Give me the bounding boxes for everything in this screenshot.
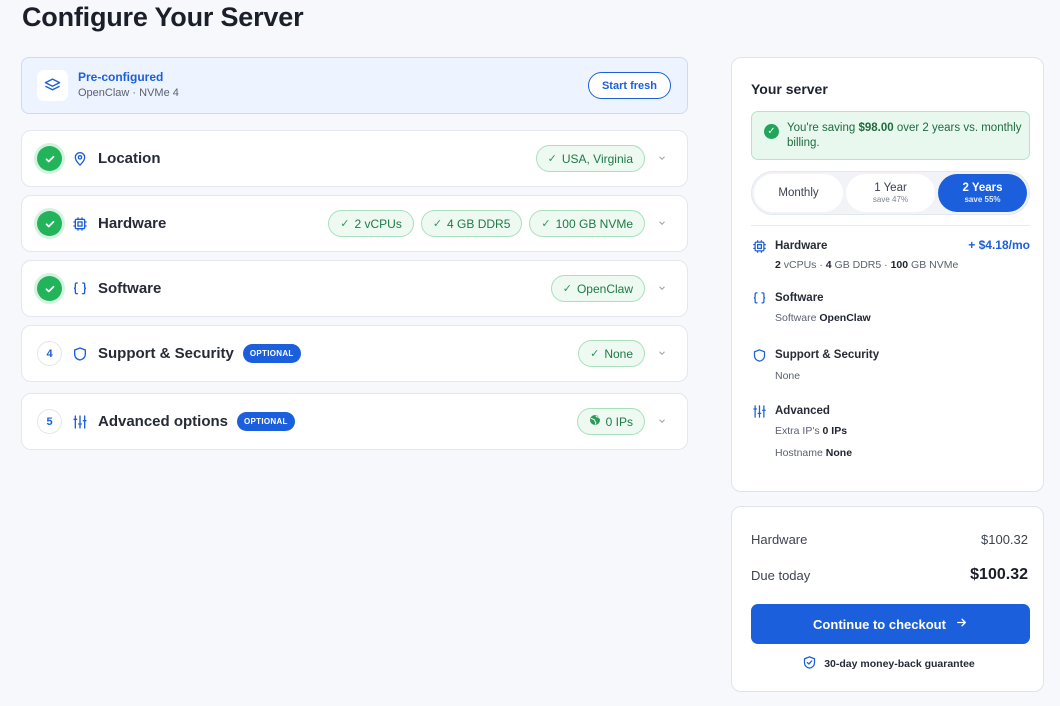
summary-support-security: Support & Security None: [751, 347, 1030, 383]
check-icon: ✓: [562, 283, 572, 295]
hardware-total-label: Hardware: [751, 532, 808, 547]
section-support-security[interactable]: 4 Support & Security OPTIONAL ✓ None: [21, 325, 688, 382]
support-chip: ✓ None: [578, 340, 645, 367]
savings-notice: ✓ You're saving $98.00 over 2 years vs. …: [751, 111, 1030, 160]
section-label: Location: [98, 150, 161, 167]
shield-check-icon: [802, 655, 817, 673]
cpu-icon: [751, 238, 767, 254]
section-location[interactable]: Location ✓ USA, Virginia: [21, 130, 688, 187]
sliders-icon: [751, 403, 767, 419]
check-icon: [37, 276, 62, 301]
check-icon: ✓: [590, 348, 600, 360]
ram-chip: ✓ 4 GB DDR5: [420, 210, 523, 237]
map-pin-icon: [71, 150, 89, 168]
section-label: Hardware: [98, 215, 167, 232]
globe-icon: [589, 414, 601, 429]
billing-tab-1-year[interactable]: 1 Year save 47%: [846, 174, 935, 212]
billing-tab-monthly[interactable]: Monthly: [754, 174, 843, 212]
continue-to-checkout-button[interactable]: Continue to checkout: [751, 604, 1030, 644]
preconfigured-title: Pre-configured: [78, 70, 164, 84]
chevron-down-icon[interactable]: [657, 415, 667, 429]
summary-title: Your server: [751, 81, 828, 97]
check-icon: [37, 146, 62, 171]
disk-chip: ✓ 100 GB NVMe: [529, 210, 645, 237]
check-icon: [37, 211, 62, 236]
summary-hardware: Hardware + $4.18/mo 2 vCPUs · 4 GB DDR5 …: [751, 238, 1030, 274]
section-label: Advanced options: [98, 413, 229, 430]
cpu-chip: ✓ 2 vCPUs: [328, 210, 414, 237]
hardware-price: + $4.18/mo: [968, 238, 1030, 252]
due-today-value: $100.32: [970, 566, 1028, 583]
optional-badge: OPTIONAL: [237, 412, 295, 431]
sliders-icon: [71, 413, 89, 431]
summary-advanced: Advanced Extra IP's 0 IPs Hostname None: [751, 403, 1030, 463]
billing-period-toggle: Monthly 1 Year save 47% 2 Years save 55%: [751, 171, 1030, 215]
section-label: Support & Security: [98, 345, 234, 362]
preconfigured-subtitle: OpenClaw · NVMe 4: [78, 87, 179, 99]
layers-icon: [37, 70, 68, 101]
ips-chip: 0 IPs: [576, 408, 645, 435]
preconfigured-banner: Pre-configured OpenClaw · NVMe 4 Start f…: [21, 57, 688, 114]
due-today-label: Due today: [751, 568, 811, 583]
step-number: 4: [37, 341, 62, 366]
braces-icon: [751, 290, 767, 306]
shield-icon: [751, 347, 767, 363]
section-software[interactable]: Software ✓ OpenClaw: [21, 260, 688, 317]
section-hardware[interactable]: Hardware ✓ 2 vCPUs ✓ 4 GB DDR5 ✓ 100 GB NVM…: [21, 195, 688, 252]
money-back-guarantee: 30-day money-back guarantee: [732, 655, 1045, 673]
arrow-right-icon: [955, 616, 968, 632]
chevron-down-icon[interactable]: [657, 152, 667, 166]
start-fresh-button[interactable]: Start fresh: [587, 72, 671, 99]
check-icon: ✓: [432, 218, 443, 230]
billing-tab-2-years[interactable]: 2 Years save 55%: [938, 174, 1027, 212]
check-circle-icon: ✓: [764, 124, 779, 139]
braces-icon: [71, 280, 89, 298]
savings-text: You're saving $98.00 over 2 years vs. mo…: [787, 122, 1022, 149]
location-chip: ✓ USA, Virginia: [535, 145, 645, 172]
cpu-icon: [71, 215, 89, 233]
check-icon: ✓: [547, 153, 557, 165]
shield-icon: [71, 345, 89, 363]
summary-software: Software Software OpenClaw: [751, 290, 1030, 326]
chevron-down-icon[interactable]: [657, 217, 667, 231]
chevron-down-icon[interactable]: [657, 347, 667, 361]
chevron-down-icon[interactable]: [657, 282, 667, 296]
hardware-total-value: $100.32: [981, 532, 1028, 547]
optional-badge: OPTIONAL: [242, 344, 301, 363]
page-title: Configure Your Server: [22, 2, 304, 32]
software-chip: ✓ OpenClaw: [550, 275, 645, 302]
check-icon: ✓: [541, 218, 551, 230]
check-icon: ✓: [340, 218, 350, 230]
section-advanced-options[interactable]: 5 Advanced options OPTIONAL 0 IPs: [21, 393, 688, 450]
checkout-card: Hardware $100.32 Due today $100.32 Conti…: [731, 506, 1044, 692]
step-number: 5: [37, 409, 62, 434]
server-summary-card: Your server ✓ You're saving $98.00 over …: [731, 57, 1044, 492]
divider: [751, 225, 1030, 226]
section-label: Software: [98, 280, 162, 297]
